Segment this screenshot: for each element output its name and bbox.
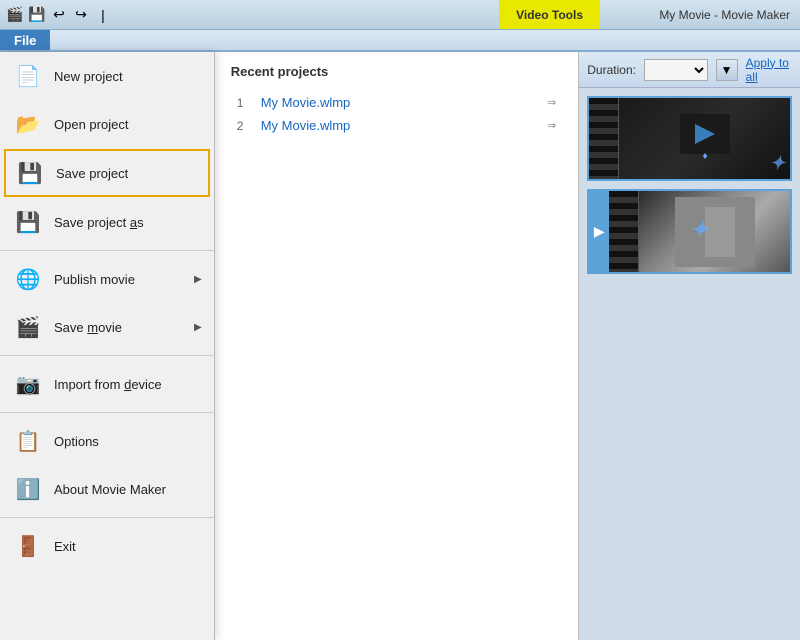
save-movie-label: Save movie [54,320,184,335]
save-project-icon [14,157,46,189]
filmstrip-1 [589,98,619,179]
options-icon [12,425,44,457]
menu-item-save-project-as[interactable]: Save project as [0,198,214,246]
menu-item-options[interactable]: Options [0,417,214,465]
main-area: New project Open project Save project Sa… [0,52,800,640]
video-thumbnail-2[interactable]: ▶ ✦ [587,189,792,274]
thumb-content-2: ✦ [639,191,790,272]
separator-icon: | [94,6,112,24]
publish-movie-arrow: ▶ [194,274,202,285]
about-label: About Movie Maker [54,482,202,497]
recent-item-2-num: 2 [237,119,253,133]
menu-item-exit[interactable]: Exit [0,522,214,570]
divider-2 [0,355,214,356]
menu-item-open-project[interactable]: Open project [0,100,214,148]
svg-text:♦: ♦ [702,151,707,162]
svg-text:✦: ✦ [690,217,710,242]
about-icon [12,473,44,505]
new-project-icon [12,60,44,92]
save-project-label: Save project [56,166,200,181]
save-movie-icon [12,311,44,343]
title-bar-icons: 🎬 💾 ↩ ↪ | [0,6,118,24]
duration-down-btn[interactable]: ▼ [716,59,738,81]
video-thumbnail-1[interactable]: ♦ ✦ [587,96,792,181]
right-header: Duration: ▼ Apply to all [579,52,800,88]
recent-item-1-name: My Movie.wlmp [261,95,539,110]
import-device-icon [12,368,44,400]
filmstrip-2 [609,191,639,272]
thumb-content-1: ♦ ✦ [619,98,790,179]
save-project-as-icon [12,206,44,238]
divider-3 [0,412,214,413]
logo-watermark-1: ✦ [770,153,785,174]
timeline-area: ♦ ✦ ▶ ✦ [579,88,800,640]
video-tools-tab[interactable]: Video Tools [499,0,600,29]
open-project-icon [12,108,44,140]
save-movie-arrow: ▶ [194,322,202,333]
duration-label: Duration: [587,63,636,77]
menu-item-new-project[interactable]: New project [0,52,214,100]
save-project-as-label: Save project as [54,215,202,230]
menu-item-about[interactable]: About Movie Maker [0,465,214,513]
menu-item-publish-movie[interactable]: Publish movie ▶ [0,255,214,303]
right-panel: Duration: ▼ Apply to all ♦ ✦ [579,52,800,640]
publish-movie-icon [12,263,44,295]
new-project-label: New project [54,69,202,84]
menu-item-import-from-device[interactable]: Import from device [0,360,214,408]
recent-projects-panel: Recent projects 1 My Movie.wlmp ⇒ 2 My M… [215,52,580,640]
divider-1 [0,250,214,251]
apply-all-button[interactable]: Apply to all [746,56,792,84]
window-title: My Movie - Movie Maker [659,8,790,22]
redo-toolbar-icon[interactable]: ↪ [72,6,90,24]
divider-4 [0,517,214,518]
options-label: Options [54,434,202,449]
recent-item-1-pin[interactable]: ⇒ [547,96,556,109]
thumb-graphic-2: ✦ [675,197,755,267]
ribbon: File [0,30,800,52]
save-toolbar-icon[interactable]: 💾 [28,6,46,24]
recent-projects-title: Recent projects [231,64,563,79]
recent-item-1-num: 1 [237,96,253,110]
exit-label: Exit [54,539,202,554]
exit-icon [12,530,44,562]
menu-item-save-project[interactable]: Save project [4,149,210,197]
recent-item-2[interactable]: 2 My Movie.wlmp ⇒ [231,114,563,137]
menu-item-save-movie[interactable]: Save movie ▶ [0,303,214,351]
open-project-label: Open project [54,117,202,132]
recent-item-2-name: My Movie.wlmp [261,118,539,133]
file-menu: New project Open project Save project Sa… [0,52,215,640]
app-icon: 🎬 [6,6,24,24]
recent-item-1[interactable]: 1 My Movie.wlmp ⇒ [231,91,563,114]
undo-toolbar-icon[interactable]: ↩ [50,6,68,24]
thumb-graphic-1: ♦ [675,109,735,169]
publish-movie-label: Publish movie [54,272,184,287]
title-bar: 🎬 💾 ↩ ↪ | Video Tools My Movie - Movie M… [0,0,800,30]
file-tab[interactable]: File [0,30,50,50]
import-device-label: Import from device [54,377,202,392]
duration-select[interactable] [644,59,708,81]
recent-item-2-pin[interactable]: ⇒ [547,119,556,132]
